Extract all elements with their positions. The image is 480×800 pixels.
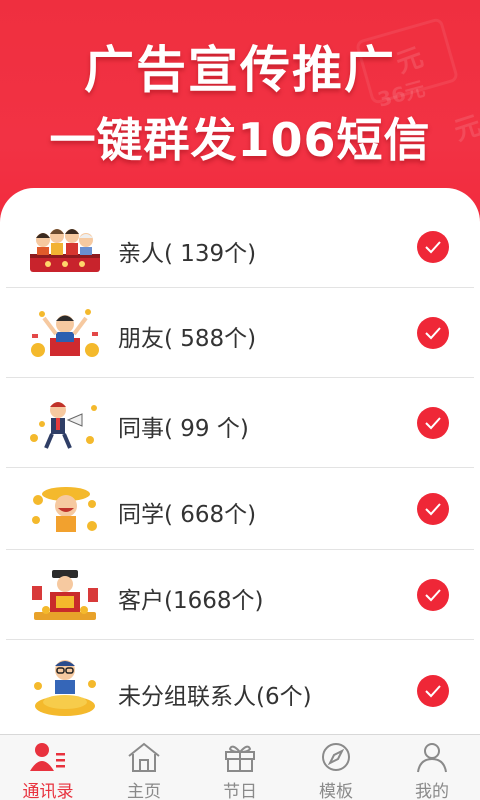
group-label: 朋友( 588个) bbox=[118, 326, 257, 352]
group-row-family[interactable]: 亲人( 139个) bbox=[0, 206, 480, 288]
gold-coins-man-illustration-icon bbox=[34, 660, 96, 716]
tab-label: 主页 bbox=[127, 782, 161, 800]
tab-home[interactable]: 主页 bbox=[96, 735, 192, 800]
group-label: 未分组联系人(6个) bbox=[118, 684, 312, 710]
group-row-friends[interactable]: 朋友( 588个) bbox=[0, 288, 480, 378]
compass-icon bbox=[322, 743, 350, 771]
bottom-tab-bar: 通讯录 主页 节日 模板 我的 bbox=[0, 734, 480, 800]
group-label: 同事( 99 个) bbox=[118, 416, 249, 442]
tab-label: 我的 bbox=[415, 782, 449, 800]
check-icon[interactable] bbox=[417, 407, 449, 439]
group-row-ungrouped[interactable]: 未分组联系人(6个) bbox=[0, 640, 480, 734]
gift-icon bbox=[225, 745, 255, 772]
group-row-customers[interactable]: 客户(1668个) bbox=[0, 550, 480, 640]
check-icon[interactable] bbox=[417, 231, 449, 263]
group-label: 亲人( 139个) bbox=[118, 241, 257, 267]
classmate-hat-illustration-icon bbox=[32, 487, 97, 532]
contacts-icon bbox=[30, 743, 65, 771]
group-label: 客户(1668个) bbox=[118, 588, 264, 614]
check-icon[interactable] bbox=[417, 579, 449, 611]
check-icon[interactable] bbox=[417, 675, 449, 707]
customer-fortune-god-illustration-icon bbox=[32, 570, 98, 620]
tab-contacts[interactable]: 通讯录 bbox=[0, 735, 96, 800]
home-icon bbox=[128, 742, 160, 772]
tab-templates[interactable]: 模板 bbox=[288, 735, 384, 800]
group-row-colleagues[interactable]: 同事( 99 个) bbox=[0, 378, 480, 468]
family-illustration-icon bbox=[30, 229, 100, 272]
group-row-classmates[interactable]: 同学( 668个) bbox=[0, 468, 480, 550]
tab-label: 节日 bbox=[223, 782, 257, 800]
friend-cheering-illustration-icon bbox=[31, 309, 99, 357]
banner-title: 广告宣传推广 bbox=[84, 41, 396, 99]
colleague-megaphone-illustration-icon bbox=[30, 402, 97, 449]
tab-profile[interactable]: 我的 bbox=[384, 735, 480, 800]
contact-group-list: 亲人( 139个) 朋友( 588个) 同事(99 个) 同学(668个) … bbox=[0, 188, 480, 734]
tab-holidays[interactable]: 节日 bbox=[192, 735, 288, 800]
group-label: 同学( 668个) bbox=[118, 502, 257, 528]
banner-subtitle: 一键群发106短信 bbox=[49, 113, 431, 167]
user-icon bbox=[417, 743, 447, 773]
tab-label: 模板 bbox=[319, 782, 353, 800]
check-icon[interactable] bbox=[417, 317, 449, 349]
check-icon[interactable] bbox=[417, 493, 449, 525]
tab-label: 通讯录 bbox=[22, 782, 74, 800]
